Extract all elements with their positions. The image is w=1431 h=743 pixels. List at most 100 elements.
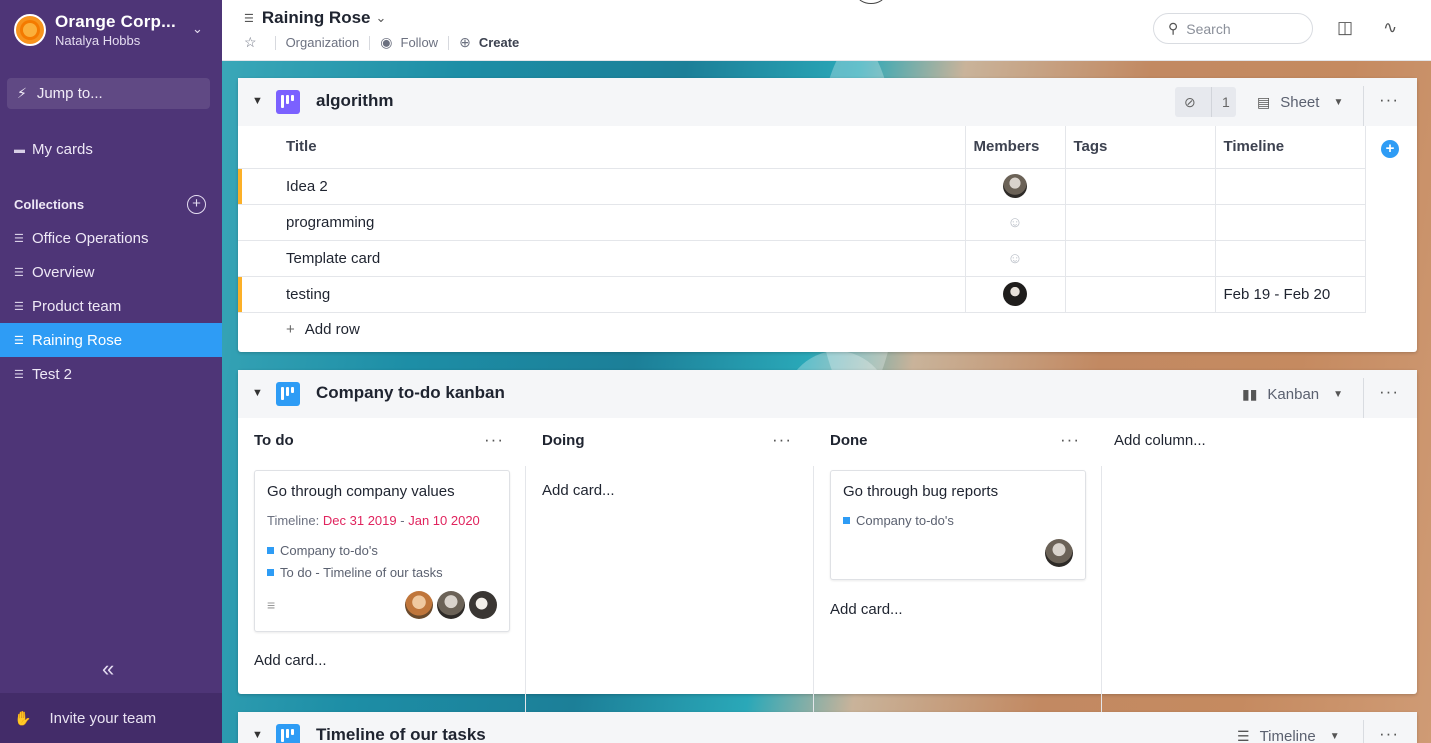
collapse-triangle-icon[interactable]: ▼ <box>252 387 263 399</box>
follow-button[interactable]: Follow <box>401 35 439 50</box>
column-header-members[interactable]: Members <box>965 126 1066 169</box>
section-header <box>238 78 1417 126</box>
more-icon[interactable]: ··· <box>1379 724 1399 743</box>
jump-to-label: Jump to... <box>36 85 103 102</box>
collapse-triangle-icon[interactable]: ▼ <box>252 95 263 107</box>
wave-icon: ✋ <box>14 709 32 726</box>
cell-timeline[interactable] <box>1215 240 1366 277</box>
cell-tags[interactable] <box>1065 240 1216 277</box>
card-timeline: Timeline: Dec 31 2019 - Jan 10 2020 <box>267 513 480 528</box>
column-title[interactable]: Doing <box>542 432 585 449</box>
cursor-ring <box>857 0 885 4</box>
more-icon[interactable]: ··· <box>1060 430 1080 450</box>
create-button[interactable]: Create <box>479 35 519 50</box>
kanban-card[interactable]: Go through company values Timeline: Dec … <box>254 470 510 632</box>
page-title[interactable]: ☰ Raining Rose ⌄ <box>244 8 386 28</box>
sidebar-item-product-team[interactable]: ☰ Product team <box>0 290 222 323</box>
more-icon[interactable]: ··· <box>484 430 504 450</box>
add-collection-icon[interactable]: + <box>187 195 206 214</box>
sidebar-item-office-operations[interactable]: ☰ Office Operations <box>0 222 222 255</box>
cell-timeline[interactable] <box>1215 204 1366 241</box>
column-header-tags[interactable]: Tags <box>1065 126 1216 169</box>
timeline-section: ▼ Timeline of our tasks ☰ Timeline ▼ ··· <box>238 712 1417 743</box>
cell-timeline[interactable]: Feb 19 - Feb 20 <box>1215 276 1366 313</box>
avatar <box>437 591 465 619</box>
more-icon[interactable]: ··· <box>1379 382 1399 402</box>
column-title[interactable]: To do <box>254 432 294 449</box>
star-icon[interactable]: ☆ <box>244 34 257 51</box>
list-icon: ☰ <box>244 12 254 25</box>
add-card-button[interactable]: Add card... <box>542 482 615 499</box>
view-switcher[interactable]: ▮▮ Kanban ▼ <box>1242 382 1343 406</box>
cell-tags[interactable] <box>1065 168 1216 205</box>
board-canvas: ▼ algorithm ⊘ 1 ▤ Sheet ▼ ··· Title Memb… <box>222 61 1431 743</box>
column-header-timeline[interactable]: Timeline <box>1215 126 1366 169</box>
cell-tags[interactable] <box>1065 276 1216 313</box>
add-card-button[interactable]: Add card... <box>830 601 903 618</box>
cell-title[interactable]: Idea 2 <box>238 168 966 205</box>
sidebar-item-label: Raining Rose <box>32 331 123 349</box>
caret-down-icon: ▼ <box>1333 96 1344 108</box>
column-header-title[interactable]: Title <box>238 126 966 169</box>
sidebar-item-overview[interactable]: ☰ Overview <box>0 256 222 289</box>
organization-link[interactable]: Organization <box>286 35 360 50</box>
cell-members[interactable] <box>965 276 1066 313</box>
add-row-label: Add row <box>304 321 360 338</box>
sidebar-item-test-2[interactable]: ☰ Test 2 <box>0 358 222 391</box>
cell-timeline[interactable] <box>1215 168 1366 205</box>
column-title[interactable]: Done <box>830 432 868 449</box>
kanban-card[interactable]: Go through bug reports Company to-do's <box>830 470 1086 580</box>
collapse-sidebar-icon[interactable]: « <box>102 656 114 682</box>
more-icon[interactable]: ··· <box>772 430 792 450</box>
add-column-icon[interactable]: + <box>1381 140 1399 158</box>
invite-team-button[interactable]: ✋ Invite your team <box>0 693 222 743</box>
cell-members[interactable]: ☺ <box>965 240 1066 277</box>
sheet-icon: ▤ <box>1257 93 1271 110</box>
chevron-down-icon[interactable]: ⌄ <box>376 10 387 26</box>
panel-toggle-icon[interactable]: ◫ <box>1337 18 1353 38</box>
org-switcher[interactable]: Orange Corp... Natalya Hobbs <box>14 12 176 48</box>
cell-tags[interactable] <box>1065 204 1216 241</box>
cell-members[interactable] <box>965 168 1066 205</box>
cell-title[interactable]: Template card <box>238 240 966 277</box>
page-actions: ☆ Organization ◉ Follow ⊕ Create <box>244 34 519 51</box>
sidebar-item-label: Test 2 <box>32 366 73 383</box>
sidebar-item-raining-rose[interactable]: ☰ Raining Rose <box>0 323 222 357</box>
card-members <box>401 591 497 619</box>
avatar <box>1003 174 1027 198</box>
cell-members[interactable]: ☺ <box>965 204 1066 241</box>
sheet-table: Title Members Tags Timeline Idea 2 progr… <box>238 126 1366 313</box>
kanban-section: ▼ Company to-do kanban ▮▮ Kanban ▼ ··· T… <box>238 370 1417 728</box>
kanban-icon: ▮▮ <box>1242 385 1258 402</box>
search-input[interactable]: Search <box>1186 21 1230 37</box>
view-label: Timeline <box>1259 727 1316 743</box>
add-card-button[interactable]: Add card... <box>254 652 327 669</box>
chevron-down-icon[interactable]: ⌄ <box>192 21 203 37</box>
jump-to-button[interactable]: ⚡︎ Jump to... <box>7 78 210 109</box>
add-row-button[interactable]: + Add row <box>286 321 360 338</box>
board-icon <box>276 724 300 743</box>
invite-label: Invite your team <box>49 709 157 727</box>
timeline-icon: ☰ <box>1237 727 1250 743</box>
activity-icon[interactable]: ∿ <box>1383 18 1397 38</box>
sidebar-item-my-cards[interactable]: ▬ My cards <box>0 133 222 166</box>
list-icon: ☰ <box>14 267 24 279</box>
more-icon[interactable]: ··· <box>1379 90 1399 110</box>
cell-title[interactable]: programming <box>238 204 966 241</box>
table-row[interactable]: Idea 2 <box>238 168 1366 205</box>
avatar <box>1003 282 1027 306</box>
view-switcher[interactable]: ▤ Sheet ▼ <box>1257 90 1343 114</box>
collapse-triangle-icon[interactable]: ▼ <box>252 729 263 741</box>
card-icon: ▬ <box>14 143 25 156</box>
hidden-fields-button[interactable]: ⊘ 1 <box>1175 87 1236 117</box>
table-row[interactable]: programming ☺ <box>238 204 1366 241</box>
table-row[interactable]: testing Feb 19 - Feb 20 <box>238 276 1366 313</box>
add-column-button[interactable]: Add column... <box>1114 432 1206 449</box>
board-icon <box>276 90 300 114</box>
view-switcher[interactable]: ☰ Timeline ▼ <box>1237 724 1340 743</box>
table-row[interactable]: Template card ☺ <box>238 240 1366 277</box>
search-field[interactable]: ⚲ Search <box>1153 13 1313 44</box>
cell-title[interactable]: testing <box>238 276 966 313</box>
hidden-count: 1 <box>1222 94 1230 110</box>
view-label: Kanban <box>1267 385 1320 403</box>
